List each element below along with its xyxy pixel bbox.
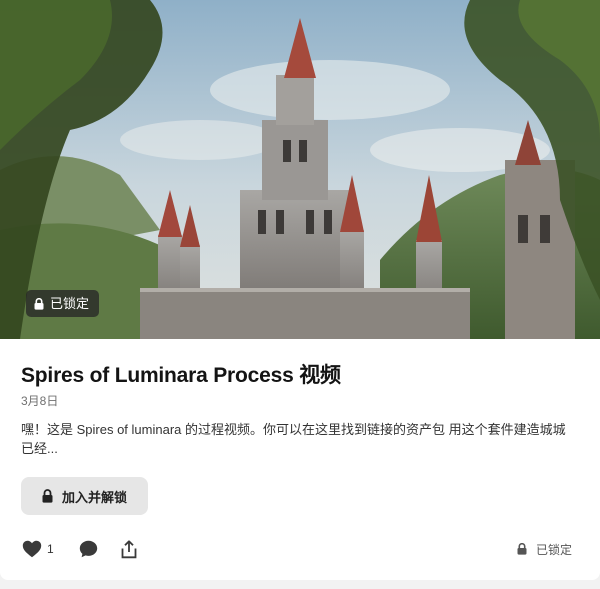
heart-icon — [22, 540, 42, 558]
post-card: 已锁定 Spires of Luminara Process 视频 3月8日 嘿… — [0, 0, 600, 580]
comment-button[interactable] — [79, 540, 98, 558]
lock-icon — [42, 489, 53, 503]
lock-icon — [34, 297, 44, 310]
post-thumbnail[interactable]: 已锁定 — [0, 0, 600, 339]
like-count: 1 — [47, 542, 54, 556]
share-icon — [121, 539, 137, 558]
comment-icon — [79, 540, 97, 558]
join-to-unlock-button[interactable]: 加入并解锁 — [21, 477, 148, 515]
post-title[interactable]: Spires of Luminara Process 视频 — [21, 363, 341, 389]
post-description: 嘿！这是 Spires of luminara 的过程视频。你可以在这里找到链接… — [21, 422, 566, 456]
locked-status: 已锁定 — [517, 539, 572, 559]
share-button[interactable] — [121, 539, 137, 559]
post-actions: 1 — [22, 538, 137, 560]
post-date: 3月8日 — [21, 394, 59, 408]
like-button[interactable]: 1 — [22, 540, 54, 558]
castle-image — [0, 0, 600, 339]
lock-icon — [517, 543, 527, 555]
locked-badge-label: 已锁定 — [50, 296, 90, 311]
join-to-unlock-label: 加入并解锁 — [61, 489, 127, 505]
locked-badge: 已锁定 — [26, 290, 100, 317]
locked-status-label: 已锁定 — [535, 542, 572, 557]
